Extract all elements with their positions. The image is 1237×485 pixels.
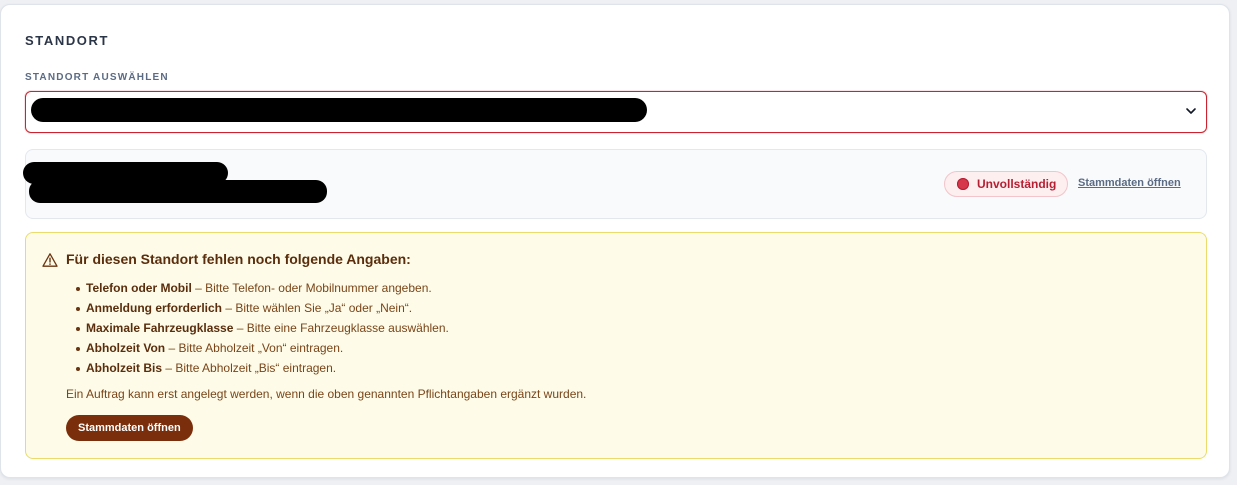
status-dot-icon [957,178,969,190]
list-item-desc: – Bitte eine Fahrzeugklasse auswählen. [233,321,449,335]
list-item-title: Abholzeit Bis [86,361,163,375]
list-item-desc: – Bitte wählen Sie „Ja“ oder „Nein“. [222,301,413,315]
list-item: Telefon oder Mobil – Bitte Telefon- oder… [76,278,449,298]
section-title: STANDORT [25,33,110,48]
list-item-title: Anmeldung erforderlich [86,301,223,315]
status-badge: Unvollständig [944,171,1069,197]
warning-note: Ein Auftrag kann erst angelegt werden, w… [66,387,587,401]
list-item-title: Maximale Fahrzeugklasse [86,321,234,335]
list-item: Maximale Fahrzeugklasse – Bitte eine Fah… [76,318,449,338]
missing-fields-list: Telefon oder Mobil – Bitte Telefon- oder… [76,278,449,378]
list-item-desc: – Bitte Abholzeit „Bis“ eintragen. [162,361,337,375]
list-item: Anmeldung erforderlich – Bitte wählen Si… [76,298,449,318]
redaction-bar [31,98,647,122]
list-item-title: Telefon oder Mobil [86,281,192,295]
standort-card: STANDORT STANDORT AUSWÄHLEN Unvollständi… [0,4,1230,478]
redaction-bar [29,180,327,203]
list-item-desc: – Bitte Telefon- oder Mobilnummer angebe… [191,281,432,295]
location-select-label: STANDORT AUSWÄHLEN [25,72,169,83]
list-item-desc: – Bitte Abholzeit „Von“ eintragen. [165,341,344,355]
list-item-title: Abholzeit Von [86,341,166,355]
open-master-data-button[interactable]: Stammdaten öffnen [66,415,193,441]
chevron-down-icon [1186,108,1196,114]
status-badge-label: Unvollständig [977,177,1057,191]
warning-title: Für diesen Standort fehlen noch folgende… [66,251,411,267]
list-item: Abholzeit Von – Bitte Abholzeit „Von“ ei… [76,338,449,358]
list-item: Abholzeit Bis – Bitte Abholzeit „Bis“ ei… [76,358,449,378]
missing-data-warning: Für diesen Standort fehlen noch folgende… [25,232,1207,459]
open-master-data-link[interactable]: Stammdaten öffnen [1078,177,1181,189]
location-info-box: Unvollständig Stammdaten öffnen [23,149,1207,219]
warning-triangle-icon [42,253,58,267]
location-select[interactable] [25,91,1207,133]
